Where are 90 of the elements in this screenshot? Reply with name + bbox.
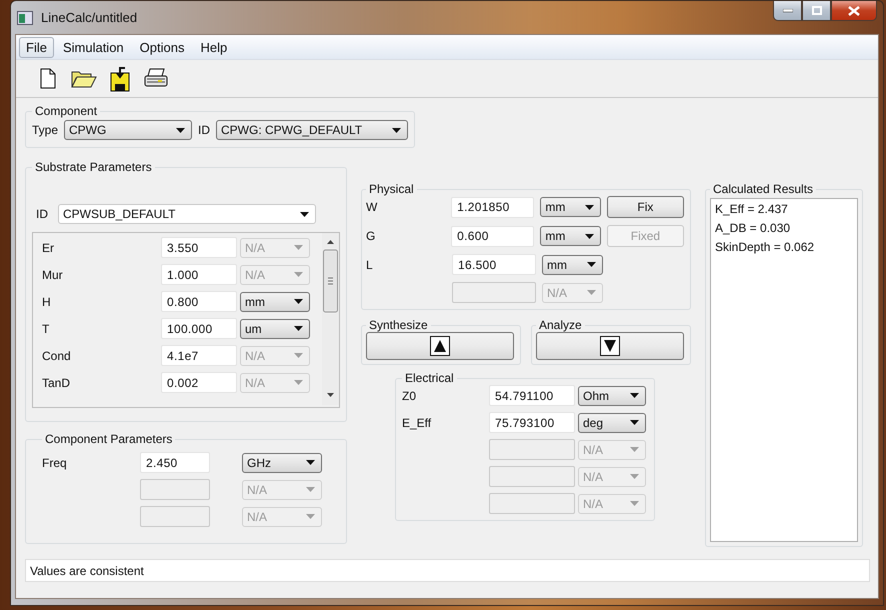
unit-dropdown[interactable]: deg [578,412,646,432]
field-label: Type [32,123,58,137]
group-title: Component [34,104,98,118]
group-title: Synthesize [368,318,429,332]
maximize-button[interactable] [802,1,831,21]
unit-dropdown[interactable]: mm [240,292,310,312]
field-label: G [366,229,376,243]
unit-dropdown[interactable]: GHz [242,452,322,472]
menu-item[interactable]: Options [132,36,192,58]
caret-icon [587,290,596,295]
input-field[interactable]: 16.500 [452,254,536,275]
group-title: Substrate Parameters [34,160,153,174]
caret-icon [300,212,309,216]
maximize-icon [812,6,822,15]
caret-icon [630,420,639,425]
unit-dropdown[interactable]: mm [542,254,603,274]
input-field[interactable]: 0.002 [161,372,237,393]
field-label: Z0 [402,388,416,402]
caret-icon [630,501,639,506]
minimize-button[interactable] [773,1,802,21]
input-field[interactable]: 0.600 [451,226,534,246]
caret-icon [176,128,186,132]
field-label: Mur [42,268,63,282]
group-title: Calculated Results [712,182,814,196]
group-title: Physical [368,182,415,196]
caret-icon [294,299,303,304]
caret-icon [294,272,303,277]
field-label: TanD [42,376,70,390]
caret-icon [294,353,303,358]
caret-icon [294,245,303,250]
input-field[interactable]: 2.450 [140,452,210,473]
input-field[interactable]: 3.550 [161,237,237,258]
field-label: T [42,322,50,336]
field-label: L [366,258,373,272]
input-field[interactable]: 1.000 [161,264,237,285]
caret-icon [587,262,596,267]
caret-icon [630,474,639,479]
caret-icon [630,393,639,398]
unit-dropdown[interactable]: um [240,318,310,338]
folder-icon[interactable] [71,69,97,88]
close-icon [848,6,860,16]
unit-dropdown[interactable]: Ohm [578,386,646,406]
synthesize-button[interactable] [366,332,514,360]
close-button[interactable] [831,1,877,21]
menu-item[interactable]: File [19,36,54,58]
analyze-button[interactable] [536,332,684,360]
field-label: E_Eff [402,416,432,430]
type-dropdown[interactable]: CPWG [64,120,192,140]
window-title: LineCalc/untitled [41,10,138,25]
caret-icon [306,487,315,492]
caret-icon [306,514,315,519]
status-bar: Values are consistent [25,559,870,582]
field-label: ID [198,123,210,137]
input-field[interactable]: 1.201850 [451,196,534,218]
unit-dropdown[interactable]: mm [540,197,601,217]
result-line: A_DB = 0.030 [715,221,792,235]
input-field[interactable]: 75.793100 [489,412,575,433]
field-label: Freq [42,456,67,470]
field-label: H [42,294,51,308]
result-line: K_Eff = 2.437 [715,202,789,216]
group-title: Analyze [538,318,583,332]
input-field[interactable]: 4.1e7 [161,345,237,366]
fix-button[interactable]: Fix [606,196,684,218]
printer-icon[interactable] [144,68,168,90]
input-field[interactable]: 100.000 [161,318,237,339]
caret-icon [630,447,639,452]
id-dropdown[interactable]: CPWG: CPWG_DEFAULT [216,120,408,140]
field-label: Cond [42,348,71,362]
id-dropdown[interactable]: CPWSUB_DEFAULT [58,204,316,224]
minimize-icon [782,8,792,12]
unit-dropdown[interactable]: mm [540,226,601,246]
caret-icon [392,128,401,132]
result-line: SkinDepth = 0.062 [715,240,816,254]
caret-icon [584,234,594,238]
app-icon [17,10,33,24]
input-field[interactable]: 0.800 [161,291,237,312]
caret-icon [294,380,303,385]
caret-icon [584,204,594,210]
caret-icon [306,460,315,465]
field-label: W [366,200,378,214]
save-icon[interactable] [110,66,130,92]
group-title: Component Parameters [44,432,174,446]
field-label: Er [42,240,54,254]
menu-item[interactable]: Help [193,36,234,58]
caret-icon [294,326,303,331]
new-file-icon[interactable] [40,68,56,89]
field-label: ID [36,207,48,221]
group-title: Electrical [404,371,455,385]
menu-item[interactable]: Simulation [56,36,131,58]
input-field[interactable]: 54.791100 [489,385,575,406]
